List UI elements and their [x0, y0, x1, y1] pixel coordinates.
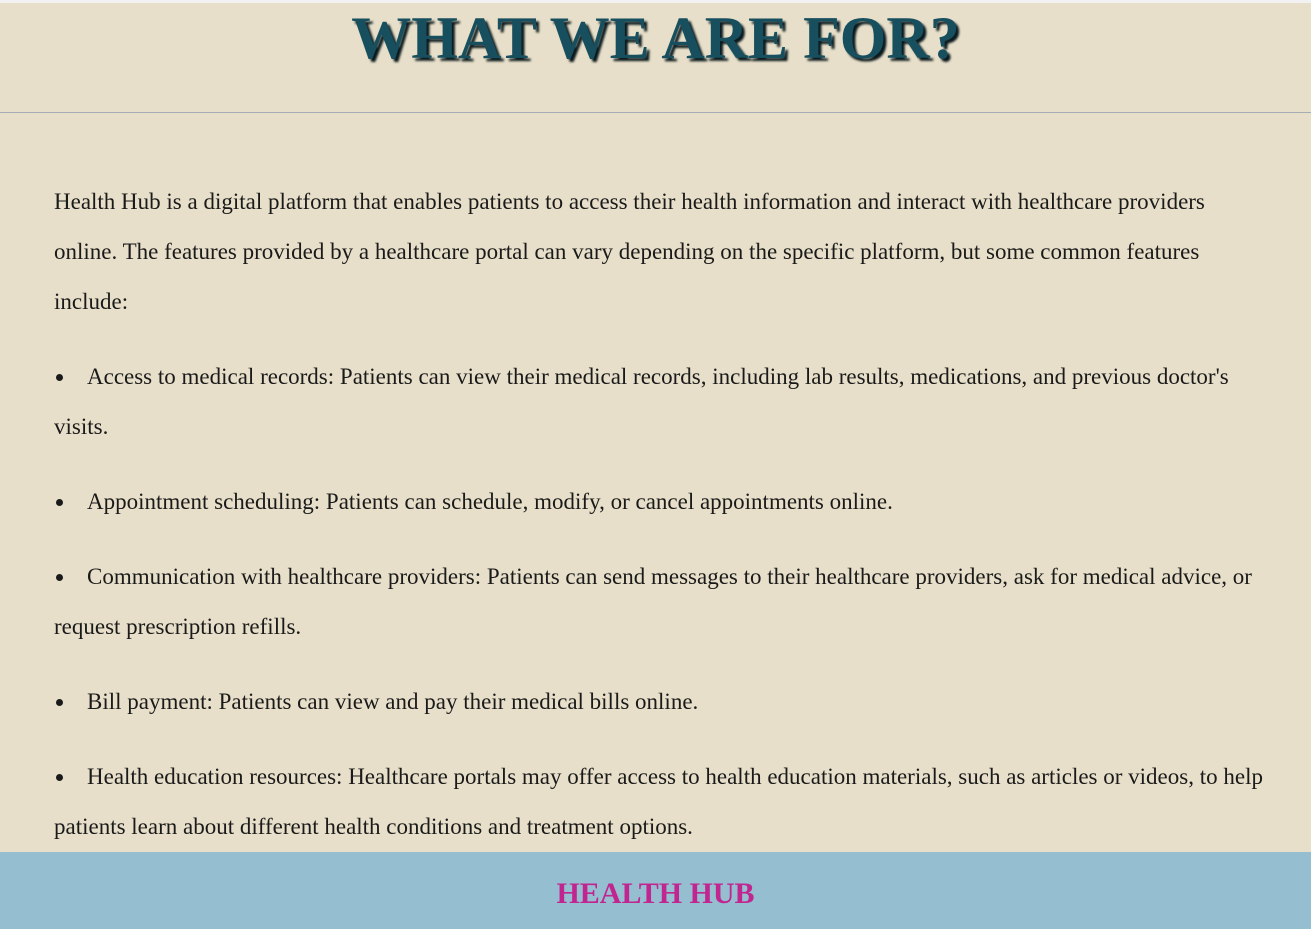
bullet-icon — [54, 477, 87, 527]
bullet-icon — [54, 552, 87, 602]
bullet-icon — [54, 752, 87, 802]
list-item: Health education resources: Healthcare p… — [54, 752, 1264, 852]
main-content: Health Hub is a digital platform that en… — [54, 177, 1264, 877]
list-item: Bill payment: Patients can view and pay … — [54, 677, 1264, 727]
bullet-icon — [54, 677, 87, 727]
feature-list: Access to medical records: Patients can … — [54, 352, 1264, 852]
feature-text: Communication with healthcare providers:… — [54, 564, 1252, 639]
feature-text: Appointment scheduling: Patients can sch… — [87, 489, 893, 514]
list-item: Appointment scheduling: Patients can sch… — [54, 477, 1264, 527]
list-item: Access to medical records: Patients can … — [54, 352, 1264, 452]
feature-text: Access to medical records: Patients can … — [54, 364, 1229, 439]
intro-paragraph: Health Hub is a digital platform that en… — [54, 189, 1205, 314]
bullet-icon — [54, 352, 87, 402]
page-title: WHAT WE ARE FOR? — [351, 5, 960, 71]
feature-text: Health education resources: Healthcare p… — [54, 764, 1263, 839]
feature-text: Bill payment: Patients can view and pay … — [87, 689, 699, 714]
list-item: Communication with healthcare providers:… — [54, 552, 1264, 652]
page-footer: HEALTH HUB — [0, 852, 1311, 929]
page-header: WHAT WE ARE FOR? — [0, 0, 1311, 113]
page: WHAT WE ARE FOR? Health Hub is a digital… — [0, 0, 1311, 929]
footer-brand: HEALTH HUB — [556, 877, 755, 910]
